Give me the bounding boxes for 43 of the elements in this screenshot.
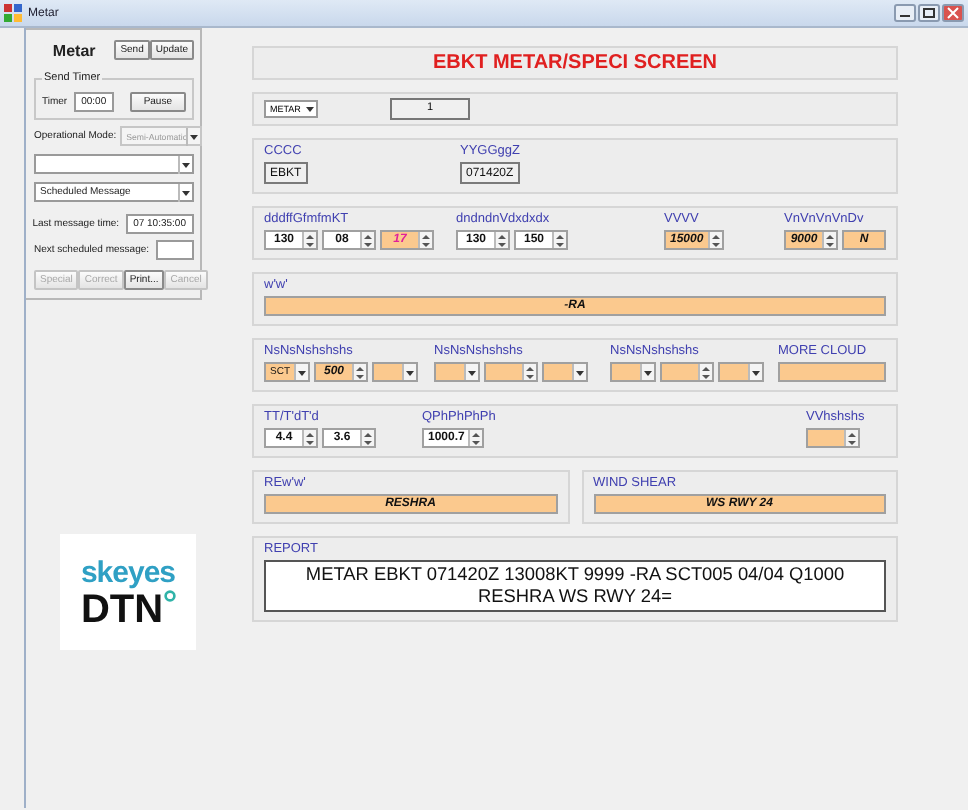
spinner-icon[interactable] (698, 364, 712, 380)
spinner-icon[interactable] (360, 232, 374, 248)
maximize-icon[interactable] (918, 4, 940, 22)
time-field (155, 240, 194, 260)
dropdown-field[interactable] (610, 362, 656, 382)
spinner-icon[interactable] (360, 430, 374, 446)
spinner-icon[interactable] (494, 232, 508, 248)
caret-icon[interactable] (748, 364, 762, 380)
dropdown-field[interactable] (718, 362, 764, 382)
dropdown-field[interactable] (434, 362, 480, 382)
caret-icon[interactable] (294, 364, 308, 380)
circle-icon (163, 589, 176, 601)
caret-icon[interactable] (572, 364, 586, 380)
app-icon (4, 4, 22, 22)
dropdown-field[interactable] (542, 362, 588, 382)
spinner-icon[interactable] (844, 430, 858, 446)
spinner-icon[interactable] (418, 232, 432, 248)
dropdown-field[interactable] (372, 362, 418, 382)
brand-logo: skeyes (80, 555, 176, 589)
caret-icon[interactable] (402, 364, 416, 380)
screen-title: EBKT METAR/SPECI SCREEN (430, 50, 720, 76)
partner-logo: DTN (80, 589, 164, 629)
caret-icon (178, 183, 192, 201)
spin-field[interactable] (660, 362, 714, 382)
spinner-icon[interactable] (302, 232, 316, 248)
spinner-icon[interactable] (822, 232, 836, 248)
spin-field[interactable] (484, 362, 538, 382)
spinner-icon[interactable] (468, 430, 483, 446)
panel-title: Metar (50, 41, 98, 59)
caret-icon[interactable] (640, 364, 654, 380)
spinner-icon[interactable] (352, 364, 366, 380)
caret-icon (178, 155, 192, 173)
input-field[interactable] (778, 362, 886, 382)
spinner-icon[interactable] (707, 232, 722, 248)
spinner-icon[interactable] (522, 364, 536, 380)
caret-icon[interactable] (464, 364, 478, 380)
report-text: METAR EBKT 071420Z 13008KT 9999 -RA SCT005 04/04 Q1000 RESHRA WS RWY 24= (264, 560, 886, 612)
close-icon[interactable] (942, 4, 964, 22)
spinner-icon[interactable] (302, 430, 316, 446)
dropdown-field[interactable] (34, 154, 194, 174)
spin-field[interactable] (806, 428, 860, 448)
spinner-icon[interactable] (552, 232, 566, 248)
minimize-icon[interactable] (894, 4, 916, 22)
